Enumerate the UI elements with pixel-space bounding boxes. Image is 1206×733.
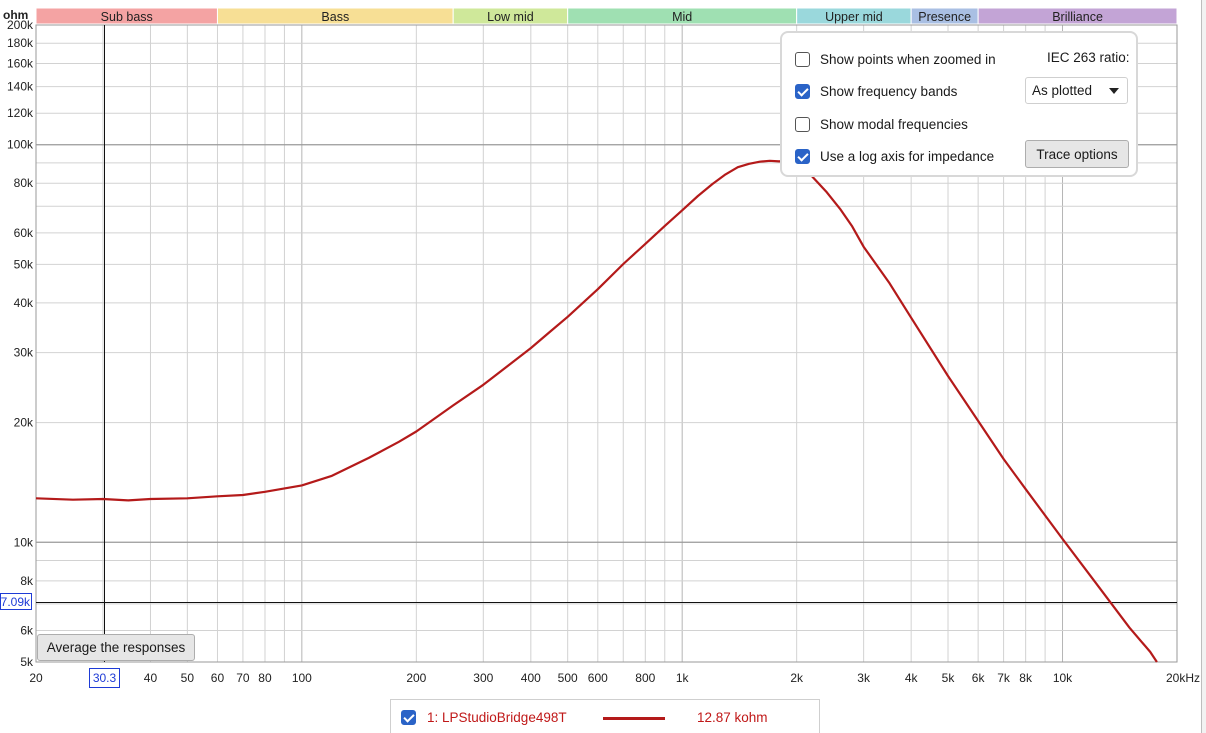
show-points-checkbox[interactable]	[795, 51, 810, 67]
log-axis-checkbox[interactable]	[795, 148, 810, 164]
show-bands-option[interactable]: Show frequency bands	[795, 81, 957, 101]
x-tick-label: 80	[258, 671, 272, 685]
show-bands-checkbox[interactable]	[795, 83, 810, 99]
band-label: Brilliance	[1052, 10, 1103, 24]
y-tick-label: 10k	[14, 535, 34, 549]
show-modal-label: Show modal frequencies	[820, 116, 968, 132]
y-tick-label: 20k	[14, 416, 34, 430]
y-tick-label: 80k	[14, 176, 34, 190]
x-tick-label: 400	[521, 671, 541, 685]
y-tick-label: 120k	[7, 106, 34, 120]
legend-series-value: 12.87 kohm	[697, 710, 768, 725]
show-modal-checkbox[interactable]	[795, 116, 810, 132]
x-tick-label: 10k	[1053, 671, 1073, 685]
show-bands-label: Show frequency bands	[820, 83, 958, 99]
iec-ratio-label: IEC 263 ratio:	[1047, 50, 1130, 65]
trace-options-button[interactable]: Trace options	[1025, 140, 1129, 168]
y-tick-label: 160k	[7, 57, 34, 71]
x-tick-label: 100	[292, 671, 312, 685]
y-tick-label: 200k	[7, 18, 34, 32]
x-tick-label: 20kHz	[1166, 671, 1200, 685]
x-tick-label: 6k	[972, 671, 986, 685]
x-tick-label: 600	[588, 671, 608, 685]
x-tick-label: 4k	[905, 671, 919, 685]
legend: 1: LPStudioBridge498T 12.87 kohm	[390, 699, 820, 733]
graph-options-panel: Show points when zoomed in Show frequenc…	[780, 31, 1138, 177]
band-label: Low mid	[487, 10, 534, 24]
show-points-label: Show points when zoomed in	[820, 51, 996, 67]
chevron-down-icon	[1109, 88, 1119, 94]
x-tick-label: 800	[635, 671, 655, 685]
y-tick-label: 140k	[7, 80, 34, 94]
log-axis-label: Use a log axis for impedance	[820, 148, 995, 164]
y-tick-label: 60k	[14, 226, 34, 240]
x-tick-label: 7k	[997, 671, 1011, 685]
x-tick-label: 40	[144, 671, 158, 685]
y-tick-label: 180k	[7, 36, 34, 50]
cursor-y-readout: 7.09k	[0, 593, 32, 610]
y-tick-label: 5k	[20, 655, 34, 669]
x-tick-label: 500	[558, 671, 578, 685]
frequency-bands: Sub bass Bass Low mid Mid Upper mid Presence B…	[35, 7, 1178, 25]
x-tick-label: 20	[29, 671, 43, 685]
y-tick-labels: 200k 180k 160k 140k 120k 100k 80k 60k 50k 40k 30k 2…	[7, 18, 34, 669]
x-tick-labels: 20 40 50 60 70 80 100 200 300 400 500 600 800 1k 2k 3k 4…	[29, 671, 1200, 685]
legend-series-name: 1: LPStudioBridge498T	[427, 710, 567, 725]
x-tick-label: 50	[181, 671, 195, 685]
iec-ratio-value: As plotted	[1032, 83, 1093, 98]
cursor-x-readout: 30.3	[89, 668, 120, 688]
legend-series-swatch	[603, 717, 665, 720]
x-tick-label: 5k	[942, 671, 956, 685]
y-tick-label: 6k	[20, 624, 34, 638]
x-tick-label: 60	[211, 671, 225, 685]
show-modal-option[interactable]: Show modal frequencies	[795, 114, 968, 134]
y-tick-label: 50k	[14, 257, 34, 271]
band-label: Upper mid	[825, 10, 883, 24]
y-tick-label: 30k	[14, 346, 34, 360]
average-responses-button[interactable]: Average the responses	[37, 634, 195, 661]
show-points-option[interactable]: Show points when zoomed in	[795, 49, 996, 69]
window-right-edge	[1201, 0, 1206, 733]
x-tick-label: 200	[406, 671, 426, 685]
y-tick-label: 8k	[20, 574, 34, 588]
legend-series-checkbox[interactable]	[401, 710, 416, 725]
y-tick-label: 40k	[14, 296, 34, 310]
y-tick-label: 100k	[7, 138, 34, 152]
x-tick-label: 300	[473, 671, 493, 685]
x-tick-label: 70	[236, 671, 250, 685]
log-axis-option[interactable]: Use a log axis for impedance	[795, 146, 994, 166]
series-line-impedance	[35, 159, 1158, 663]
x-tick-label: 2k	[790, 671, 804, 685]
band-label: Sub bass	[101, 10, 153, 24]
band-label: Presence	[918, 10, 971, 24]
x-tick-label: 3k	[857, 671, 871, 685]
band-label: Mid	[672, 10, 692, 24]
x-tick-label: 8k	[1019, 671, 1033, 685]
x-tick-label: 1k	[676, 671, 690, 685]
band-label: Bass	[321, 10, 349, 24]
iec-ratio-select[interactable]: As plotted	[1025, 77, 1128, 104]
